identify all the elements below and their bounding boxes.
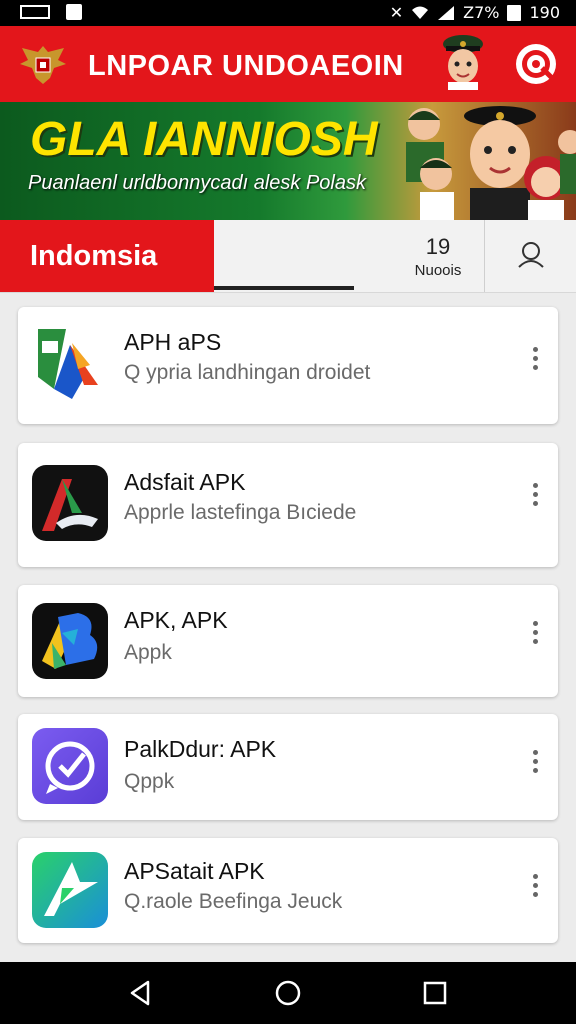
tab-country[interactable]: Indomsia [0, 220, 214, 292]
more-options-icon[interactable] [530, 874, 540, 902]
app-card-5[interactable]: APSatait APK Q.raole Beefinga Jeuck [18, 838, 558, 943]
colorful-b-app-icon [32, 603, 108, 679]
tab-bar: Indomsia 19 Nuoois [0, 220, 576, 293]
app-name: Adsfait APK [124, 469, 246, 495]
purple-chat-app-icon [32, 728, 108, 804]
app-card-1[interactable]: APH aPS Q ypria landhingan droidet [18, 307, 558, 424]
back-icon[interactable] [124, 976, 158, 1010]
banner-subtitle: Puanlaenl urldbonnycadı alesk Polask [28, 172, 366, 194]
more-options-icon[interactable] [530, 750, 540, 778]
recents-icon[interactable] [418, 976, 452, 1010]
garuda-emblem-icon [20, 46, 66, 84]
wifi-icon [412, 6, 429, 19]
app-notification-icon [66, 4, 82, 20]
target-icon[interactable] [512, 40, 560, 88]
app-header: LNPOAR UNDOAEOIN [0, 26, 576, 102]
green-arrow-app-icon [32, 852, 108, 928]
app-description: Q.raole Beefinga Jeuck [124, 890, 343, 913]
banner-people-illustration [406, 106, 576, 220]
black-a-app-icon [32, 465, 108, 541]
more-options-icon[interactable] [530, 347, 540, 375]
app-card-2[interactable]: Adsfait APK Apprle lastefinga Bıciede [18, 443, 558, 567]
tab-divider [484, 220, 485, 292]
app-description: Appk [124, 641, 172, 664]
app-name: PalkDdur: APK [124, 736, 277, 762]
app-description: Q ypria landhingan droidet [124, 361, 371, 384]
app-title: LNPOAR UNDOAEOIN [88, 50, 404, 82]
app-name: APSatait APK [124, 858, 265, 884]
clock: 190 [529, 3, 560, 22]
signal-icon [438, 5, 455, 20]
officer-avatar-icon[interactable] [438, 34, 488, 90]
promo-banner[interactable]: GLA IANNIOSH Puanlaenl urldbonnycadı ale… [0, 102, 576, 220]
battery-percent: Z7% [463, 3, 500, 22]
google-maps-style-icon [38, 329, 98, 399]
app-name: APH aPS [124, 329, 222, 355]
tab-country-label: Indomsia [30, 240, 158, 272]
home-icon[interactable] [271, 976, 305, 1010]
app-card-3[interactable]: APK, APK Appk [18, 585, 558, 697]
more-options-icon[interactable] [530, 483, 540, 511]
news-label: Nuoois [414, 262, 462, 279]
system-nav-bar [0, 962, 576, 1024]
status-bar: ✕ Z7% 190 [0, 0, 576, 26]
active-tab-indicator [214, 286, 354, 290]
app-name: APK, APK [124, 607, 228, 633]
app-description: Apprle lastefinga Bıciede [124, 501, 357, 524]
tab-search[interactable] [214, 220, 354, 292]
more-options-icon[interactable] [530, 621, 540, 649]
battery-icon [507, 4, 522, 21]
banner-title: GLA IANNIOSH [30, 113, 378, 166]
news-count: 19 [425, 234, 451, 259]
user-icon [518, 242, 544, 268]
notification-icon [20, 5, 50, 19]
mute-icon: ✕ [389, 3, 404, 22]
app-description: Qppk [124, 770, 175, 793]
tab-profile[interactable] [486, 220, 576, 292]
app-card-4[interactable]: PalkDdur: APK Qppk [18, 714, 558, 820]
tab-news[interactable]: 19 Nuoois [394, 220, 482, 292]
